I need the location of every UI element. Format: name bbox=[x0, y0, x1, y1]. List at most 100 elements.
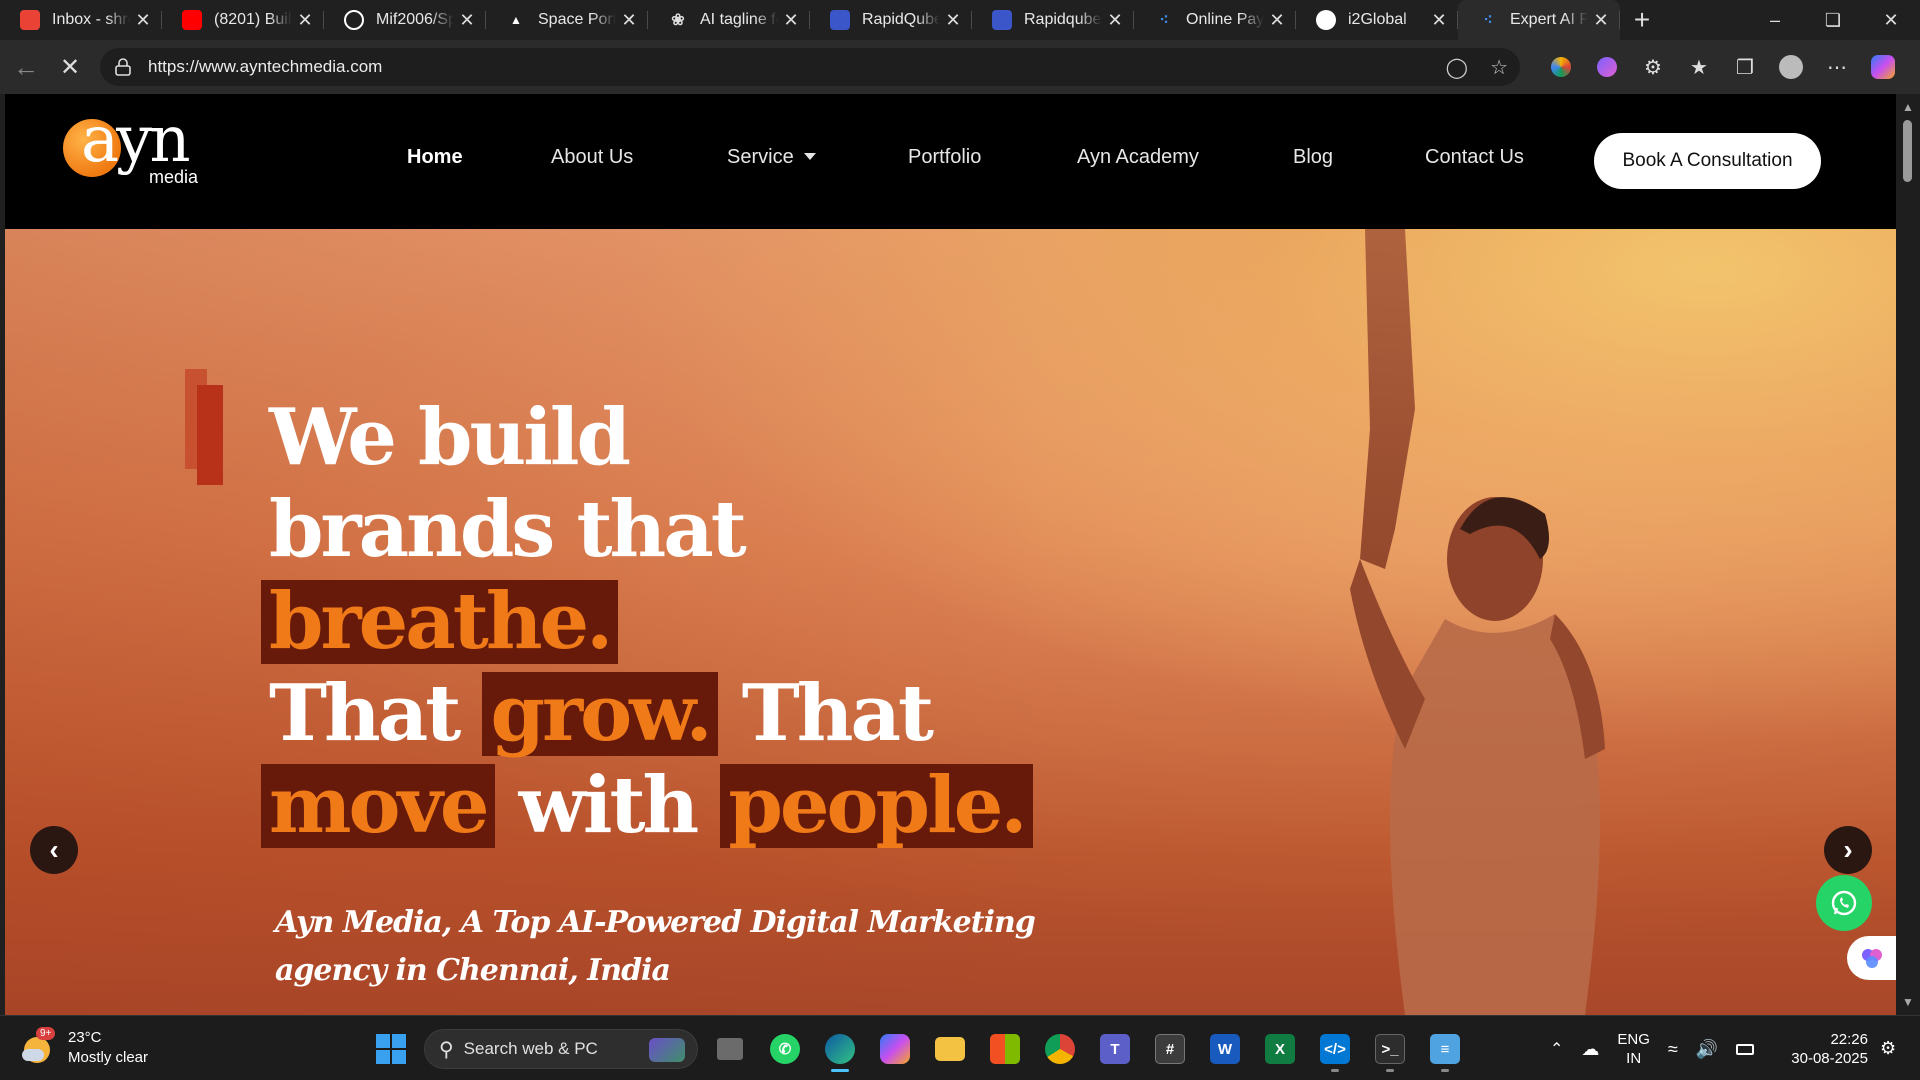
excel-app-icon[interactable]: X bbox=[1262, 1026, 1298, 1072]
nav-about[interactable]: About Us bbox=[551, 146, 633, 169]
tab-close-icon[interactable]: ✕ bbox=[1426, 10, 1452, 31]
close-window-button[interactable]: ✕ bbox=[1862, 0, 1920, 40]
clock[interactable]: 22:26 30-08-2025 bbox=[1791, 1030, 1868, 1068]
hero-headline: We build brands that breathe. That grow.… bbox=[261, 392, 1033, 852]
window-controls: – ❏ ✕ bbox=[1746, 0, 1920, 40]
nav-blog[interactable]: Blog bbox=[1293, 146, 1333, 169]
browser-tab[interactable]: Mif2006/Space✕ bbox=[324, 0, 486, 40]
volume-icon[interactable]: 🔊 bbox=[1696, 1039, 1718, 1060]
notepad-app-icon[interactable]: ≡ bbox=[1427, 1026, 1463, 1072]
new-tab-button[interactable]: + bbox=[1620, 0, 1664, 40]
minimize-button[interactable]: – bbox=[1746, 0, 1804, 40]
carousel-next-arrow[interactable]: › bbox=[1824, 826, 1872, 874]
ayn-media-logo[interactable]: ayn media bbox=[57, 103, 207, 215]
vscode-app-icon[interactable]: </> bbox=[1317, 1026, 1353, 1072]
restore-button[interactable]: ❏ bbox=[1804, 0, 1862, 40]
tab-label: (8201) Build a bbox=[214, 11, 292, 28]
extensions-puzzle-icon[interactable]: ⚙ bbox=[1640, 54, 1666, 80]
word-app-icon[interactable]: W bbox=[1207, 1026, 1243, 1072]
wifi-icon[interactable]: ≈ bbox=[1668, 1039, 1678, 1060]
file-explorer-icon[interactable] bbox=[932, 1026, 968, 1072]
weather-widget[interactable]: 9+ 23°C Mostly clear bbox=[22, 1027, 148, 1068]
tab-close-icon[interactable]: ✕ bbox=[940, 10, 966, 31]
copilot-icon[interactable] bbox=[1870, 54, 1896, 80]
collections-icon[interactable]: ❐ bbox=[1732, 54, 1758, 80]
url-text: https://www.ayntechmedia.com bbox=[148, 57, 383, 76]
favorites-icon[interactable]: ★ bbox=[1686, 54, 1712, 80]
task-view-icon[interactable] bbox=[712, 1026, 748, 1072]
carousel-prev-arrow[interactable]: ‹ bbox=[30, 826, 78, 874]
system-tray: ⌃ ☁ ENG IN ≈ 🔊 bbox=[1550, 1026, 1755, 1072]
tab-close-icon[interactable]: ✕ bbox=[1264, 10, 1290, 31]
tab-close-icon[interactable]: ✕ bbox=[454, 10, 480, 31]
site-header: ayn media Home About Us Service Portfoli… bbox=[5, 94, 1896, 229]
chrome-app-icon[interactable] bbox=[1042, 1026, 1078, 1072]
terminal-app-icon[interactable]: >_ bbox=[1372, 1026, 1408, 1072]
nav-contact[interactable]: Contact Us bbox=[1425, 146, 1524, 169]
tab-label: Rapidqube B bbox=[1024, 11, 1102, 28]
browser-tab[interactable]: ▲ Space Portfolio✕ bbox=[486, 0, 648, 40]
browser-tab[interactable]: Inbox - shreeya✕ bbox=[0, 0, 162, 40]
start-button[interactable] bbox=[376, 1034, 406, 1064]
url-field[interactable]: https://www.ayntechmedia.com ◯ ☆ bbox=[100, 48, 1520, 86]
headline-with: with bbox=[518, 760, 700, 851]
highlight-breathe: breathe. bbox=[261, 580, 619, 664]
nav-academy[interactable]: Ayn Academy bbox=[1077, 146, 1199, 169]
tab-close-icon[interactable]: ✕ bbox=[616, 10, 642, 31]
profile-avatar-icon[interactable] bbox=[1778, 54, 1804, 80]
tab-close-icon[interactable]: ✕ bbox=[1102, 10, 1128, 31]
chat-widget-button[interactable] bbox=[1847, 936, 1896, 980]
chevron-down-icon bbox=[803, 153, 816, 160]
language-indicator[interactable]: ENG IN bbox=[1617, 1030, 1650, 1068]
i2global-icon bbox=[1316, 10, 1336, 30]
tab-label: i2Global bbox=[1348, 11, 1407, 28]
browser-tab[interactable]: RapidQube -✕ bbox=[810, 0, 972, 40]
taskbar-search[interactable]: ⚲ Search web & PC bbox=[424, 1029, 698, 1069]
teams-app-icon[interactable]: T bbox=[1097, 1026, 1133, 1072]
tab-close-icon[interactable]: ✕ bbox=[778, 10, 804, 31]
back-button[interactable]: ← bbox=[4, 45, 48, 89]
brain-extension-icon[interactable] bbox=[1594, 54, 1620, 80]
battery-icon[interactable] bbox=[1736, 1043, 1755, 1055]
nav-service[interactable]: Service bbox=[727, 146, 816, 169]
tab-close-icon[interactable]: ✕ bbox=[130, 10, 156, 31]
browser-tab[interactable]: ⁖ Expert AI Pow✕ bbox=[1458, 0, 1620, 40]
extension-color-icon[interactable] bbox=[1548, 54, 1574, 80]
edge-app-icon[interactable] bbox=[822, 1026, 858, 1072]
stop-loading-button[interactable]: ✕ bbox=[48, 45, 92, 89]
headline-that-2: That bbox=[741, 668, 934, 759]
tab-close-icon[interactable]: ✕ bbox=[1588, 10, 1614, 31]
browser-tab[interactable]: (8201) Build a✕ bbox=[162, 0, 324, 40]
copilot-app-icon[interactable] bbox=[877, 1026, 913, 1072]
book-consultation-button[interactable]: Book A Consultation bbox=[1594, 133, 1821, 189]
whatsapp-app-icon[interactable]: ✆ bbox=[767, 1026, 803, 1072]
scroll-down-icon[interactable]: ▼ bbox=[1901, 995, 1915, 1009]
scroll-up-icon[interactable]: ▲ bbox=[1901, 100, 1915, 114]
scroll-thumb[interactable] bbox=[1903, 120, 1912, 182]
read-aloud-icon[interactable]: ◯ bbox=[1446, 55, 1468, 80]
browser-tab[interactable]: i2Global ✕ bbox=[1296, 0, 1458, 40]
browser-tab[interactable]: Rapidqube B✕ bbox=[972, 0, 1134, 40]
show-hidden-icons-chevron[interactable]: ⌃ bbox=[1550, 1039, 1563, 1059]
nav-home[interactable]: Home bbox=[407, 146, 463, 169]
notifications-bell-icon[interactable]: ⚙ bbox=[1880, 1038, 1902, 1060]
dots-icon: ⁖ bbox=[1159, 12, 1169, 29]
highlight-move: move bbox=[261, 764, 495, 848]
browser-tab[interactable]: ❀ AI tagline for✕ bbox=[648, 0, 810, 40]
favorite-star-icon[interactable]: ☆ bbox=[1490, 55, 1508, 80]
site-info-icon[interactable] bbox=[114, 58, 132, 76]
onedrive-icon[interactable]: ☁ bbox=[1581, 1039, 1599, 1060]
nav-portfolio[interactable]: Portfolio bbox=[908, 146, 981, 169]
calculator-app-icon[interactable]: # bbox=[1152, 1026, 1188, 1072]
logo-subtext: media bbox=[149, 167, 199, 187]
tab-close-icon[interactable]: ✕ bbox=[292, 10, 318, 31]
store-app-icon[interactable] bbox=[987, 1026, 1023, 1072]
chatgpt-icon: ❀ bbox=[671, 12, 685, 29]
whatsapp-button[interactable] bbox=[1816, 875, 1872, 931]
browser-tab[interactable]: ⁖ Online Paym✕ bbox=[1134, 0, 1296, 40]
tab-label: RapidQube - bbox=[862, 11, 940, 28]
address-bar-row: ← ✕ https://www.ayntechmedia.com ◯ ☆ ⚙ ★… bbox=[0, 40, 1920, 94]
triangle-icon: ▲ bbox=[510, 13, 522, 27]
more-menu-icon[interactable]: ⋯ bbox=[1824, 54, 1850, 80]
page-scrollbar[interactable]: ▲ ▼ bbox=[1896, 94, 1920, 1015]
